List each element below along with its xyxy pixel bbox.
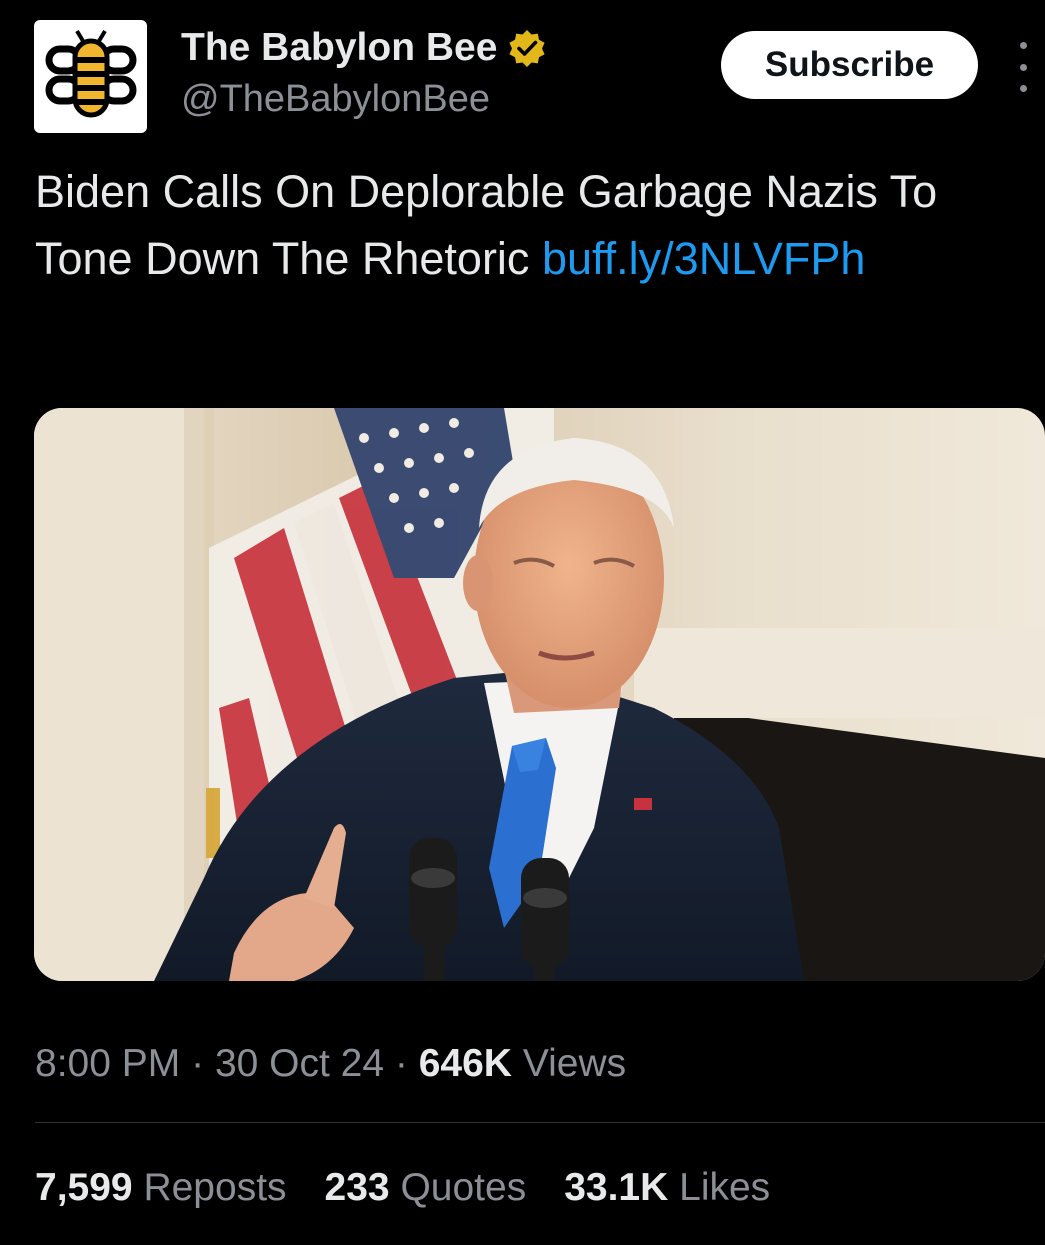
dot xyxy=(1019,42,1027,49)
reposts-stat[interactable]: 7,599 Reposts xyxy=(35,1164,287,1212)
dot xyxy=(1019,63,1027,71)
engagement-stats: 7,599 Reposts 233 Quotes 33.1K Likes xyxy=(35,1164,770,1212)
account-name-row: The Babylon Bee xyxy=(181,26,547,70)
subscribe-button[interactable]: Subscribe xyxy=(721,31,978,99)
photo-illustration xyxy=(34,408,1045,981)
avatar[interactable] xyxy=(34,20,147,133)
quotes-count: 233 xyxy=(324,1166,390,1209)
views-count: 646K xyxy=(418,1042,512,1085)
tweet-photo[interactable] xyxy=(34,408,1045,981)
tweet-date[interactable]: 30 Oct 24 xyxy=(215,1042,384,1085)
handle[interactable]: @TheBabylonBee xyxy=(181,77,490,121)
verified-badge-icon[interactable] xyxy=(507,28,547,68)
dot xyxy=(1019,85,1027,92)
separator: · xyxy=(191,1042,205,1085)
tweet-meta: 8:00 PM · 30 Oct 24 · 646K Views xyxy=(35,1040,626,1088)
separator: · xyxy=(394,1042,408,1085)
views-label: Views xyxy=(522,1042,627,1085)
tweet-text: Biden Calls On Deplorable Garbage Nazis … xyxy=(35,158,1015,292)
display-name[interactable]: The Babylon Bee xyxy=(181,26,497,70)
babylon-bee-logo-icon xyxy=(45,29,136,117)
reposts-count: 7,599 xyxy=(35,1166,133,1209)
quotes-stat[interactable]: 233 Quotes xyxy=(325,1164,527,1212)
likes-label: Likes xyxy=(679,1166,771,1209)
divider xyxy=(35,1122,1045,1123)
quotes-label: Quotes xyxy=(400,1166,527,1209)
likes-count: 33.1K xyxy=(564,1166,669,1209)
tweet-link[interactable]: buff.ly/3NLVFPh xyxy=(542,233,866,284)
likes-stat[interactable]: 33.1K Likes xyxy=(564,1164,770,1212)
tweet-time[interactable]: 8:00 PM xyxy=(35,1042,180,1085)
reposts-label: Reposts xyxy=(143,1166,287,1209)
more-options-icon[interactable] xyxy=(1010,42,1036,92)
